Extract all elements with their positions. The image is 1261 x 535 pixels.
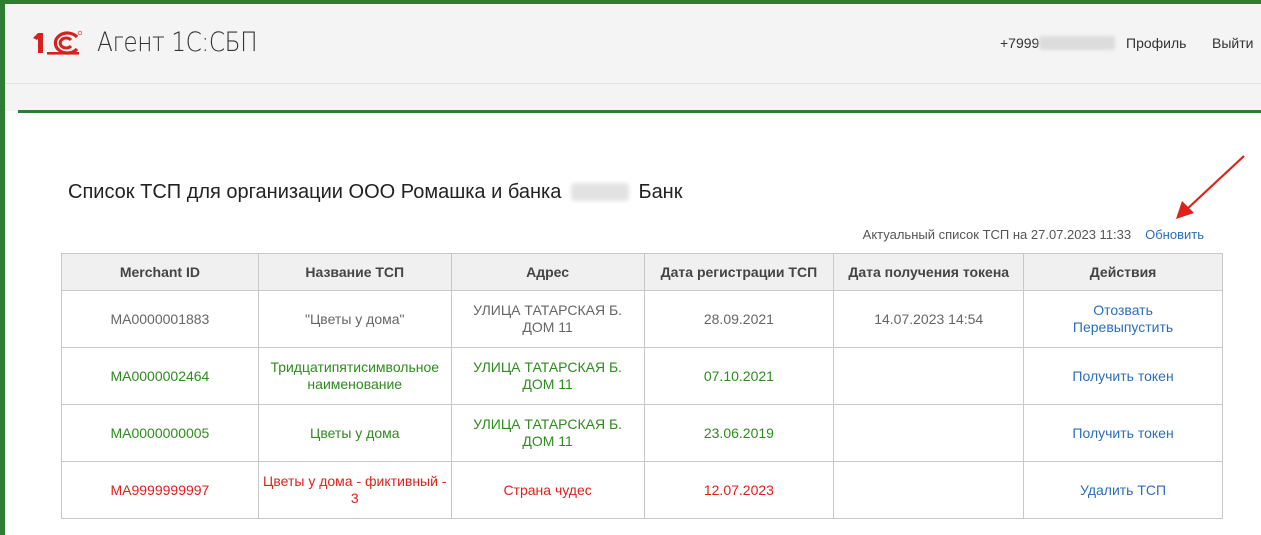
actions-cell: Отозвать Перевыпустить [1023,290,1223,348]
reissue-token-link[interactable]: Перевыпустить [1028,319,1218,336]
table-row: MA9999999997 Цветы у дома - фиктивный - … [61,461,1223,519]
registration-date: 23.06.2019 [643,404,835,462]
logout-link[interactable]: Выйти [1212,34,1253,52]
delete-merchant-link[interactable]: Удалить ТСП [1028,482,1218,499]
merchant-name: Цветы у дома - фиктивный - 3 [257,461,452,519]
revoke-token-link[interactable]: Отозвать [1028,302,1218,319]
actions-cell: Удалить ТСП [1023,461,1223,519]
merchant-id: MA0000001883 [61,290,259,348]
1c-logo-icon [33,30,83,55]
pointer-arrow-icon [1176,155,1245,219]
merchant-address: Страна чудес [450,461,645,519]
registration-date: 07.10.2021 [643,347,835,405]
column-header: Merchant ID [61,253,259,291]
token-date: 14.07.2023 14:54 [833,290,1025,348]
merchant-address: УЛИЦА ТАТАРСКАЯ Б. ДОМ 11 [450,347,645,405]
column-header: Действия [1023,253,1223,291]
merchant-id: MA0000000005 [61,404,259,462]
page-title-prefix: Список ТСП для организации ООО Ромашка и… [68,181,562,203]
updated-text: Актуальный список ТСП на 27.07.2023 11:3… [862,227,1132,242]
merchants-table: Merchant ID Название ТСП Адрес Дата реги… [61,253,1223,519]
merchant-name: Тридцатипятисимвольное наименование [257,347,452,405]
column-header: Дата получения токена [833,253,1025,291]
table-row: MA0000002464 Тридцатипятисимвольное наим… [61,347,1223,405]
token-date [833,347,1025,405]
table-row: MA0000001883 "Цветы у дома" УЛИЦА ТАТАРС… [61,290,1223,348]
header-accent-line [18,110,1261,113]
profile-link[interactable]: Профиль [1126,34,1186,52]
merchant-name: Цветы у дома [257,404,452,462]
get-token-link[interactable]: Получить токен [1028,425,1218,442]
bank-name-redacted [570,183,629,201]
page-title-suffix: Банк [638,181,683,203]
merchant-name: "Цветы у дома" [257,290,452,348]
page-title: Список ТСП для организации ООО Ромашка и… [68,180,682,204]
merchant-id: MA9999999997 [61,461,259,519]
table-row: MA0000000005 Цветы у дома УЛИЦА ТАТАРСКА… [61,404,1223,462]
header-divider [5,83,1261,84]
get-token-link[interactable]: Получить токен [1028,368,1218,385]
refresh-link[interactable]: Обновить [1145,227,1204,242]
actions-cell: Получить токен [1023,404,1223,462]
registration-date: 28.09.2021 [643,290,835,348]
app-title: Агент 1С:СБП [97,27,258,58]
phone-redacted [1039,36,1116,50]
phone-prefix: +7999 [1000,35,1040,51]
merchant-address: УЛИЦА ТАТАРСКАЯ Б. ДОМ 11 [450,404,645,462]
table-header-row: Merchant ID Название ТСП Адрес Дата реги… [61,253,1223,291]
token-date [833,461,1025,519]
column-header: Дата регистрации ТСП [643,253,835,291]
token-date [833,404,1025,462]
column-header: Адрес [450,253,645,291]
list-updated-info: Актуальный список ТСП на 27.07.2023 11:3… [863,226,1204,244]
registration-date: 12.07.2023 [643,461,835,519]
actions-cell: Получить токен [1023,347,1223,405]
column-header: Название ТСП [257,253,452,291]
merchant-id: MA0000002464 [61,347,259,405]
user-phone: +7999 [1000,34,1116,52]
merchant-address: УЛИЦА ТАТАРСКАЯ Б. ДОМ 11 [450,290,645,348]
